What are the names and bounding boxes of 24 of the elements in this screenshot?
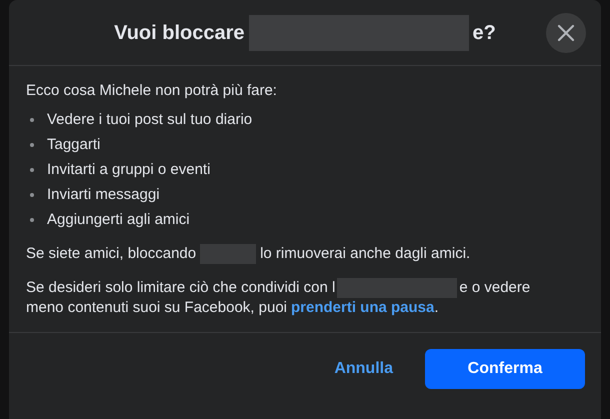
paragraph-text: lo rimuoverai anche dagli amici. — [260, 245, 470, 262]
bullet-icon — [30, 168, 34, 172]
paragraph-text: meno contenuti suoi su Facebook, puoi — [26, 299, 287, 316]
list-item: Vedere i tuoi post sul tuo diario — [47, 110, 252, 130]
bullet-icon — [30, 218, 34, 222]
close-icon — [557, 24, 575, 42]
list-item: Inviarti messaggi — [47, 185, 160, 205]
paragraph-text: Se desideri solo limitare ciò che condividi con l — [26, 279, 336, 296]
paragraph-text: . — [434, 299, 439, 316]
title-text: e? — [472, 20, 496, 46]
list-item: Aggiungerti agli amici — [47, 210, 190, 230]
link[interactable]: prenderti una pausa — [291, 299, 434, 316]
title-text: Vuoi bloccare — [114, 20, 245, 46]
bullet-icon — [30, 118, 34, 122]
bullet-icon — [30, 143, 34, 147]
list-item: Taggarti — [47, 135, 100, 155]
bullet-icon — [30, 193, 34, 197]
list-item: Invitarti a gruppi o eventi — [47, 160, 210, 180]
paragraph-text: Se siete amici, bloccando — [26, 245, 196, 262]
close-button[interactable] — [546, 13, 586, 53]
cancel-button[interactable]: Annulla — [326, 349, 401, 390]
paragraph-text: e o vedere — [459, 279, 530, 296]
confirm-button[interactable]: Conferma — [425, 349, 585, 390]
intro-text: Ecco cosa Michele non potrà più fare: — [26, 81, 278, 101]
